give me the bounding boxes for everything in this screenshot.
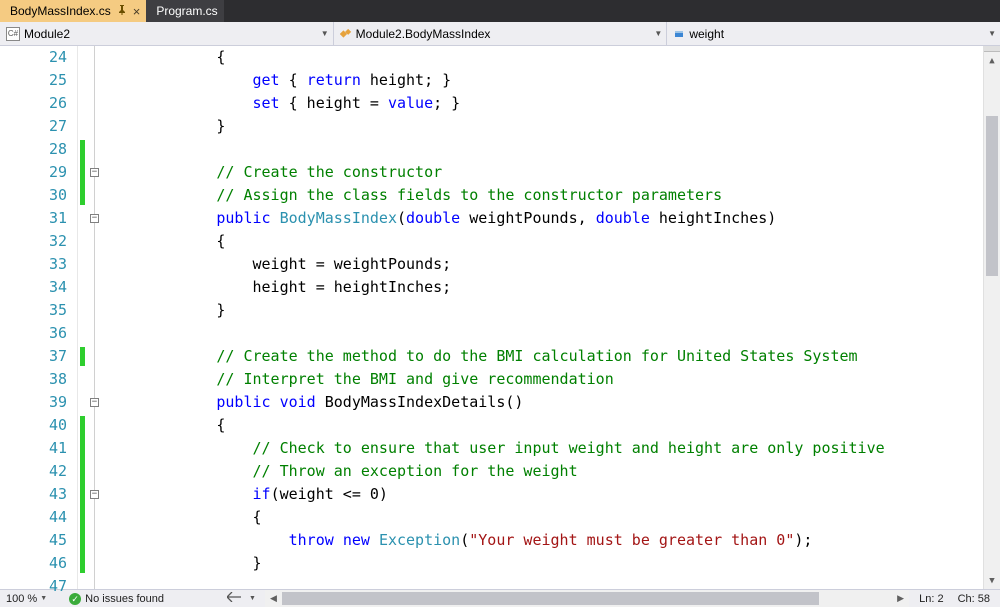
line-number: 31 [0, 207, 67, 230]
ok-icon: ✓ [69, 593, 81, 605]
line-number: 40 [0, 414, 67, 437]
line-number: 34 [0, 276, 67, 299]
line-number: 28 [0, 138, 67, 161]
line-number: 32 [0, 230, 67, 253]
nav-member-dropdown[interactable]: weight ▼ [667, 22, 1000, 45]
tab-label: BodyMassIndex.cs [10, 4, 111, 18]
scroll-thumb[interactable] [986, 116, 998, 276]
nav-member-label: weight [689, 27, 724, 41]
line-number: 33 [0, 253, 67, 276]
code-line: public void BodyMassIndexDetails() [108, 391, 983, 414]
change-marker [80, 416, 85, 573]
scroll-left-button[interactable]: ◀ [265, 593, 282, 604]
line-number: 35 [0, 299, 67, 322]
tab-label: Program.cs [156, 4, 217, 18]
line-number: 24 [0, 46, 67, 69]
nav-project-dropdown[interactable]: C# Module2 ▼ [0, 22, 334, 45]
line-number: 46 [0, 552, 67, 575]
code-line: public BodyMassIndex(double weightPounds… [108, 207, 983, 230]
fold-toggle[interactable]: − [90, 214, 99, 223]
fold-column: − − − − [88, 46, 106, 589]
chevron-down-icon: ▼ [988, 29, 996, 38]
line-number: 30 [0, 184, 67, 207]
scroll-up-button[interactable]: ▲ [984, 52, 1000, 69]
code-line: { [108, 506, 983, 529]
scroll-right-button[interactable]: ▶ [892, 593, 909, 604]
nav-back-button[interactable] [224, 592, 244, 605]
line-number: 36 [0, 322, 67, 345]
scroll-down-button[interactable]: ▼ [984, 572, 1000, 589]
chevron-down-icon: ▼ [321, 29, 329, 38]
code-line: height = heightInches; [108, 276, 983, 299]
fold-toggle[interactable]: − [90, 168, 99, 177]
code-line: } [108, 299, 983, 322]
change-marker [80, 140, 85, 205]
issues-indicator[interactable]: ✓ No issues found [69, 593, 164, 605]
status-row: 100 % ▼ ✓ No issues found ▼ ◀ ▶ Ln: 2 Ch… [0, 589, 1000, 607]
line-number: 44 [0, 506, 67, 529]
code-line: throw new Exception("Your weight must be… [108, 529, 983, 552]
code-line: if(weight <= 0) [108, 483, 983, 506]
scroll-track[interactable] [282, 590, 892, 607]
code-line [108, 138, 983, 161]
chevron-down-icon: ▼ [654, 29, 662, 38]
field-icon [673, 28, 685, 40]
line-number: 26 [0, 92, 67, 115]
fold-guide-line [94, 46, 95, 589]
line-number: 47 [0, 575, 67, 598]
csharp-icon: C# [6, 27, 20, 41]
line-number: 27 [0, 115, 67, 138]
pin-icon[interactable] [117, 5, 127, 18]
fold-toggle[interactable]: − [90, 398, 99, 407]
tab-program[interactable]: Program.cs [146, 0, 223, 22]
class-icon [340, 28, 352, 40]
tabs-row: BodyMassIndex.cs × Program.cs [0, 0, 1000, 22]
editor-area: 2425262728293031323334353637383940414243… [0, 46, 1000, 589]
issues-label: No issues found [85, 593, 164, 605]
nav-project-label: Module2 [24, 27, 70, 41]
line-number: 43 [0, 483, 67, 506]
nav-class-label: Module2.BodyMassIndex [356, 27, 491, 41]
code-line: // Interpret the BMI and give recommenda… [108, 368, 983, 391]
line-number: 41 [0, 437, 67, 460]
horizontal-scrollbar[interactable]: ◀ ▶ [265, 590, 909, 607]
tab-bodymassindex[interactable]: BodyMassIndex.cs × [0, 0, 146, 22]
code-line: { [108, 414, 983, 437]
scroll-thumb[interactable] [282, 592, 819, 605]
code-line: // Create the method to do the BMI calcu… [108, 345, 983, 368]
nav-dropdown-button[interactable]: ▼ [246, 595, 259, 602]
line-number: 29 [0, 161, 67, 184]
line-number: 25 [0, 69, 67, 92]
code-line: } [108, 115, 983, 138]
code-line: // Check to ensure that user input weigh… [108, 437, 983, 460]
vertical-scrollbar[interactable]: ▲ ▼ [983, 46, 1000, 589]
nav-arrows: ▼ [224, 592, 259, 605]
code-line: // Create the constructor [108, 161, 983, 184]
line-number-gutter: 2425262728293031323334353637383940414243… [0, 46, 78, 589]
code-line: // Assign the class fields to the constr… [108, 184, 983, 207]
code-line [108, 575, 983, 589]
line-number: 38 [0, 368, 67, 391]
code-line: } [108, 552, 983, 575]
code-line: weight = weightPounds; [108, 253, 983, 276]
line-number: 39 [0, 391, 67, 414]
code-line: get { return height; } [108, 69, 983, 92]
code-line: set { height = value; } [108, 92, 983, 115]
line-number: 42 [0, 460, 67, 483]
change-marker [80, 347, 85, 366]
code-line: // Throw an exception for the weight [108, 460, 983, 483]
code-content[interactable]: { get { return height; } set { height = … [106, 46, 983, 589]
line-number: 37 [0, 345, 67, 368]
code-line: { [108, 46, 983, 69]
nav-row: C# Module2 ▼ Module2.BodyMassIndex ▼ wei… [0, 22, 1000, 46]
code-line: { [108, 230, 983, 253]
cursor-position: Ln: 2 Ch: 58 [909, 593, 1000, 605]
close-icon[interactable]: × [133, 4, 141, 19]
code-line [108, 322, 983, 345]
fold-toggle[interactable]: − [90, 490, 99, 499]
nav-class-dropdown[interactable]: Module2.BodyMassIndex ▼ [334, 22, 668, 45]
line-number: 45 [0, 529, 67, 552]
change-marker-column [78, 46, 88, 589]
